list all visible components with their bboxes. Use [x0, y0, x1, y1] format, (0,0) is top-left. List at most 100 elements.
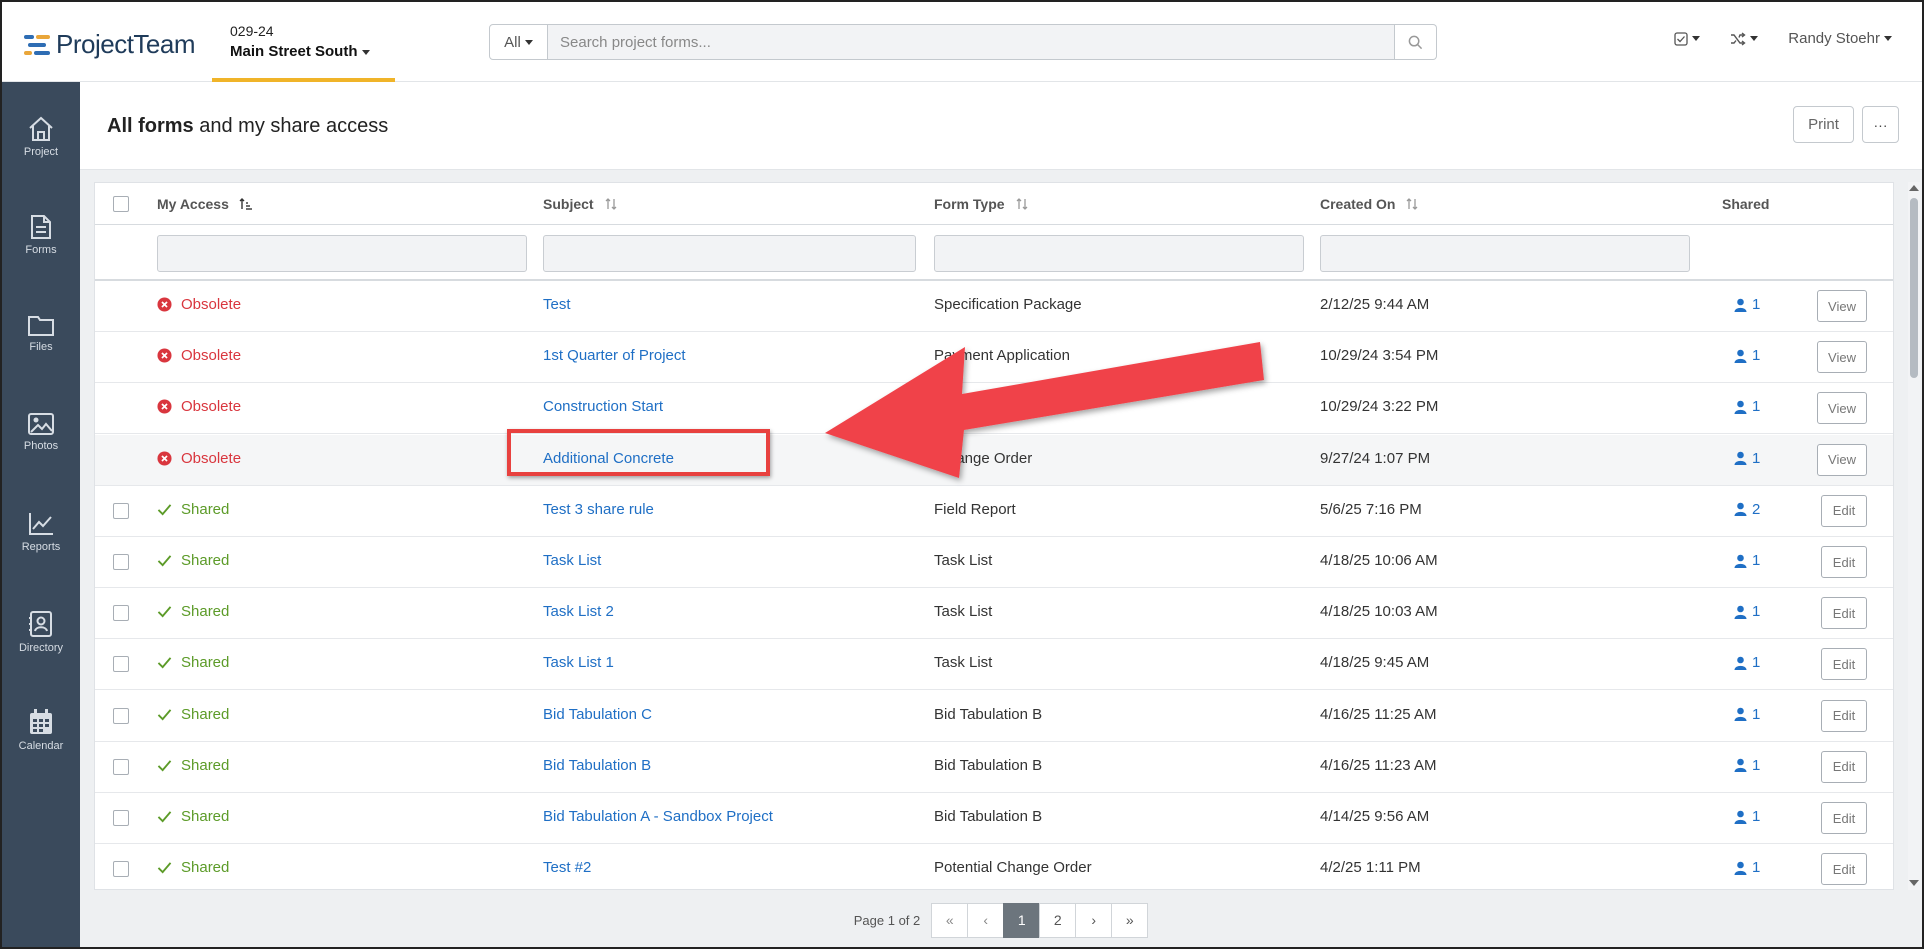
- shared-count-link[interactable]: 1: [1734, 654, 1760, 671]
- checkmark-icon: [157, 862, 172, 874]
- shared-count-link[interactable]: 1: [1734, 450, 1760, 467]
- table-row[interactable]: Obsolete Additional Concrete hange Order 9/…: [95, 434, 1893, 486]
- subject-link[interactable]: Task List 1: [543, 654, 614, 671]
- row-checkbox[interactable]: [113, 502, 129, 519]
- view-button[interactable]: View: [1817, 392, 1867, 425]
- subject-link[interactable]: Test: [543, 296, 571, 313]
- column-header-subject[interactable]: Subject: [543, 196, 618, 212]
- subject-link[interactable]: 1st Quarter of Project: [543, 347, 686, 364]
- more-options-button[interactable]: ···: [1862, 106, 1899, 143]
- tasks-menu[interactable]: [1674, 31, 1701, 46]
- shared-count-link[interactable]: 2: [1734, 501, 1760, 518]
- created-on-filter-input[interactable]: [1320, 235, 1690, 272]
- table-row[interactable]: Shared Bid Tabulation A - Sandbox Project…: [95, 793, 1893, 844]
- chart-icon: [29, 513, 53, 535]
- subject-link[interactable]: Bid Tabulation B: [543, 757, 651, 774]
- sidebar-item-forms[interactable]: Forms: [2, 214, 80, 256]
- table-row[interactable]: Shared Bid Tabulation B Bid Tabulation B 4/…: [95, 742, 1893, 793]
- user-menu[interactable]: Randy Stoehr: [1788, 30, 1892, 47]
- sidebar-item-directory[interactable]: Directory: [2, 610, 80, 654]
- subject-link[interactable]: Bid Tabulation C: [543, 706, 652, 723]
- edit-button[interactable]: Edit: [1821, 853, 1867, 886]
- edit-button[interactable]: Edit: [1821, 802, 1867, 834]
- scroll-up-icon[interactable]: [1909, 185, 1919, 191]
- sidebar-item-photos[interactable]: Photos: [2, 412, 80, 452]
- shared-count-link[interactable]: 1: [1734, 347, 1760, 364]
- last-page-button[interactable]: »: [1111, 902, 1149, 938]
- subject-link[interactable]: Bid Tabulation A - Sandbox Project: [543, 808, 773, 825]
- shared-count-link[interactable]: 1: [1734, 398, 1760, 415]
- subject-link[interactable]: Test #2: [543, 859, 591, 876]
- shared-count-link[interactable]: 1: [1734, 808, 1760, 825]
- sidebar-item-files[interactable]: Files: [2, 313, 80, 353]
- subject-link[interactable]: Task List 2: [543, 603, 614, 620]
- first-page-button[interactable]: «: [931, 902, 969, 938]
- table-row[interactable]: Obsolete Construction Start 10/29/24 3:22 …: [95, 383, 1893, 435]
- row-checkbox[interactable]: [113, 554, 129, 570]
- view-button[interactable]: View: [1817, 290, 1867, 322]
- sidebar-item-project[interactable]: Project: [2, 116, 80, 158]
- user-icon: [1734, 349, 1747, 363]
- print-button[interactable]: Print: [1793, 106, 1854, 143]
- form-type-filter-input[interactable]: [934, 235, 1304, 272]
- edit-button[interactable]: Edit: [1821, 699, 1867, 732]
- table-row[interactable]: Shared Bid Tabulation C Bid Tabulation B 4/…: [95, 691, 1893, 742]
- logo-mark-icon: [24, 32, 50, 58]
- page-2-button[interactable]: 2: [1039, 902, 1077, 938]
- scroll-down-icon[interactable]: [1909, 880, 1919, 886]
- edit-button[interactable]: Edit: [1821, 494, 1867, 527]
- column-header-form-type[interactable]: Form Type: [934, 196, 1029, 212]
- shared-count-link[interactable]: 1: [1734, 757, 1760, 774]
- table-row[interactable]: Obsolete Test Specification Package 2/12/25…: [95, 281, 1893, 332]
- row-checkbox[interactable]: [113, 861, 129, 878]
- shared-count-link[interactable]: 1: [1734, 706, 1760, 723]
- subject-link[interactable]: Task List: [543, 552, 601, 569]
- shared-count-link[interactable]: 1: [1734, 296, 1760, 313]
- my-access-filter-input[interactable]: [157, 235, 527, 272]
- edit-button[interactable]: Edit: [1821, 750, 1867, 783]
- project-selector[interactable]: 029-24 Main Street South: [212, 2, 395, 82]
- shared-count-link[interactable]: 1: [1734, 552, 1760, 569]
- scrollbar-thumb[interactable]: [1910, 198, 1918, 378]
- forms-table: My Access Subject Form Type Created On S…: [94, 182, 1894, 890]
- sidebar-item-calendar[interactable]: Calendar: [2, 708, 80, 752]
- search-icon: [1408, 35, 1423, 49]
- select-all-checkbox[interactable]: [113, 196, 129, 212]
- next-page-button[interactable]: ›: [1075, 902, 1113, 938]
- previous-page-button[interactable]: ‹: [967, 902, 1005, 938]
- subject-link[interactable]: Test 3 share rule: [543, 501, 654, 518]
- subject-filter-input[interactable]: [543, 235, 916, 272]
- edit-button[interactable]: Edit: [1821, 648, 1867, 681]
- sidebar-item-reports[interactable]: Reports: [2, 511, 80, 553]
- access-status: Obsolete: [157, 398, 241, 415]
- view-button[interactable]: View: [1817, 443, 1867, 476]
- form-type: Bid Tabulation B: [934, 808, 1043, 825]
- search-input[interactable]: Search project forms...: [548, 24, 1395, 60]
- page-1-button[interactable]: 1: [1003, 902, 1041, 938]
- vertical-scrollbar[interactable]: [1908, 182, 1920, 890]
- edit-button[interactable]: Edit: [1821, 597, 1867, 630]
- shared-count-link[interactable]: 1: [1734, 603, 1760, 620]
- table-row[interactable]: Shared Task List 2 Task List 4/18/25 10:03 …: [95, 588, 1893, 640]
- column-header-my-access[interactable]: My Access: [157, 196, 253, 212]
- row-checkbox[interactable]: [113, 605, 129, 622]
- projectteam-logo[interactable]: ProjectTeam: [24, 29, 196, 60]
- caret-down-icon: [524, 39, 533, 45]
- table-row[interactable]: Shared Test #2 Potential Change Order 4/2/2…: [95, 844, 1893, 889]
- table-row[interactable]: Shared Task List Task List 4/18/25 10:06 AM…: [95, 537, 1893, 588]
- table-row[interactable]: Shared Test 3 share rule Field Report 5/6/2…: [95, 486, 1893, 537]
- subject-link[interactable]: Construction Start: [543, 398, 663, 415]
- row-checkbox[interactable]: [113, 758, 129, 775]
- edit-button[interactable]: Edit: [1821, 546, 1867, 578]
- table-row[interactable]: Obsolete 1st Quarter of Project Payment Ap…: [95, 332, 1893, 384]
- shared-count-link[interactable]: 1: [1734, 859, 1760, 876]
- search-button[interactable]: [1395, 24, 1437, 60]
- switch-menu[interactable]: [1730, 31, 1759, 46]
- view-button[interactable]: View: [1817, 341, 1867, 374]
- row-checkbox[interactable]: [113, 707, 129, 724]
- table-row[interactable]: Shared Task List 1 Task List 4/18/25 9:45 A…: [95, 639, 1893, 691]
- row-checkbox[interactable]: [113, 656, 129, 673]
- column-header-created-on[interactable]: Created On: [1320, 196, 1419, 212]
- row-checkbox[interactable]: [113, 810, 129, 826]
- search-filter-dropdown[interactable]: All: [489, 24, 548, 60]
